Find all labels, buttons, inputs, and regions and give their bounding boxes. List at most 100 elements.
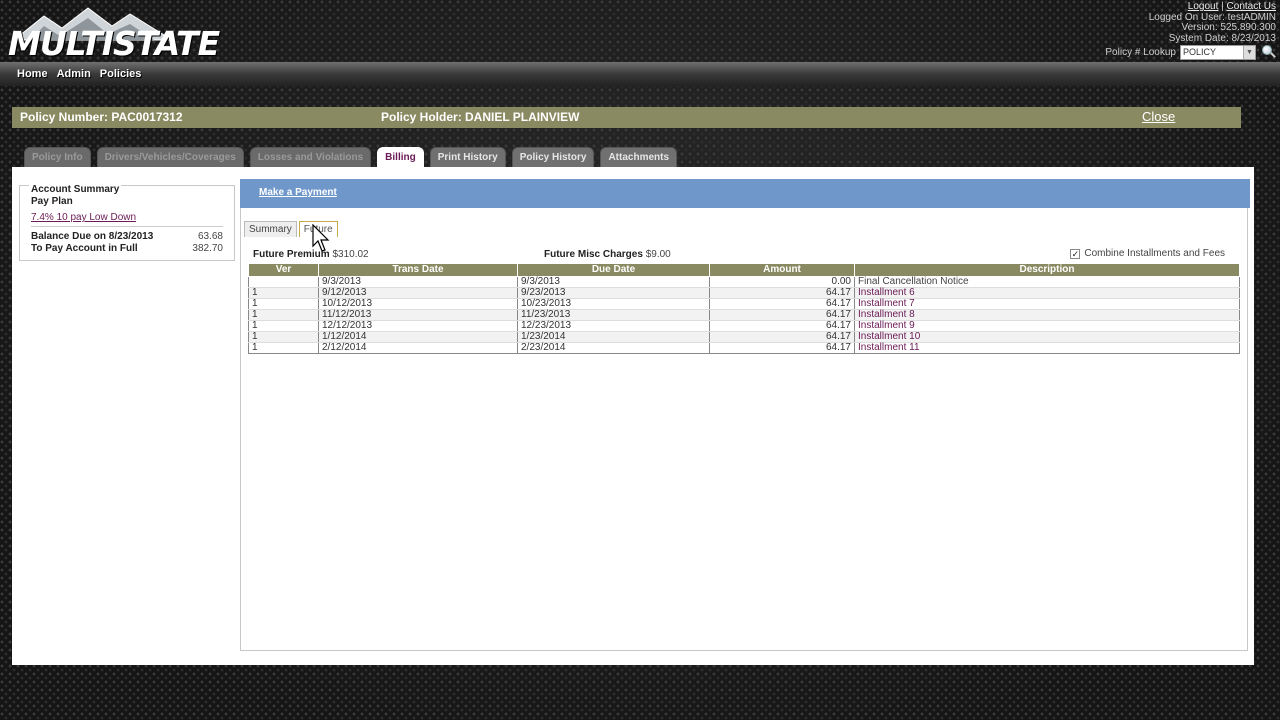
cell-ver: 1 [248, 342, 319, 354]
cell-amount: 0.00 [709, 276, 855, 288]
subtab-summary[interactable]: Summary [244, 221, 297, 237]
billing-panel: Make a Payment Summary Future Future Pre… [240, 179, 1250, 651]
cell-ver: 1 [248, 309, 319, 321]
cell-description: Installment 7 [854, 298, 1240, 310]
pay-in-full-value: 382.70 [192, 243, 223, 254]
multistate-logo: MULTISTATE [4, 2, 220, 63]
future-premium-value: $310.02 [332, 249, 369, 260]
cell-due-date: 12/23/2013 [517, 320, 710, 332]
tab-print-history[interactable]: Print History [429, 147, 506, 167]
policy-lookup-label: Policy # Lookup [1105, 46, 1176, 58]
combine-label: Combine Installments and Fees [1084, 248, 1225, 259]
tab-policy-info[interactable]: Policy Info [24, 147, 91, 167]
contact-us-link[interactable]: Contact Us [1227, 1, 1276, 12]
cell-trans-date: 9/3/2013 [318, 276, 518, 288]
account-summary: Account Summary Pay Plan 7.4% 10 pay Low… [19, 184, 235, 261]
cell-trans-date: 9/12/2013 [318, 287, 518, 299]
col-due-date[interactable]: Due Date [517, 263, 710, 277]
cell-due-date: 11/23/2013 [517, 309, 710, 321]
col-trans-date[interactable]: Trans Date [318, 263, 518, 277]
cell-trans-date: 1/12/2014 [318, 331, 518, 343]
table-row: 1 10/12/2013 10/23/2013 64.17 Installmen… [248, 298, 1240, 310]
version-text: Version: 525.890.300 [1181, 22, 1276, 33]
table-row: 1 11/12/2013 11/23/2013 64.17 Installmen… [248, 309, 1240, 321]
system-date: System Date: 8/23/2013 [1168, 32, 1276, 44]
cell-trans-date: 10/12/2013 [318, 298, 518, 310]
cell-amount: 64.17 [709, 309, 855, 321]
cell-trans-date: 2/12/2014 [318, 342, 518, 354]
cell-amount: 64.17 [709, 331, 855, 343]
pay-plan-link[interactable]: 7.4% 10 pay Low Down [31, 212, 136, 223]
make-payment-link[interactable]: Make a Payment [259, 187, 337, 198]
policy-tabs: Policy Info Drivers/Vehicles/Coverages L… [24, 147, 678, 169]
table-row: 1 9/12/2013 9/23/2013 64.17 Installment … [248, 287, 1240, 299]
cell-description: Installment 9 [854, 320, 1240, 332]
tab-billing[interactable]: Billing [377, 147, 424, 169]
account-summary-title: Account Summary [29, 184, 122, 195]
future-premium: Future Premium $310.02 [253, 249, 369, 260]
pay-plan-label: Pay Plan [31, 196, 73, 207]
cell-ver: 1 [248, 331, 319, 343]
tab-losses-violations[interactable]: Losses and Violations [249, 147, 372, 167]
balance-due-value: 63.68 [197, 231, 223, 242]
table-header-row: Ver Trans Date Due Date Amount Descripti… [248, 263, 1240, 277]
main-panel: Account Summary Pay Plan 7.4% 10 pay Low… [12, 167, 1254, 665]
divider [31, 226, 223, 227]
policy-holder: Policy Holder: DANIEL PLAINVIEW [381, 110, 580, 124]
cell-due-date: 9/3/2013 [517, 276, 710, 288]
cell-due-date: 1/23/2014 [517, 331, 710, 343]
cell-ver [248, 276, 319, 288]
cell-amount: 64.17 [709, 287, 855, 299]
nav-home[interactable]: Home [17, 68, 48, 80]
future-misc-value: $9.00 [645, 249, 671, 260]
policy-lookup-value: POLICY [1183, 46, 1217, 57]
combine-installments: ✓ Combine Installments and Fees [1070, 248, 1225, 259]
logo-text: MULTISTATE [8, 24, 220, 63]
cell-ver: 1 [248, 287, 319, 299]
future-misc-charges: Future Misc Charges $9.00 [544, 249, 671, 260]
future-billing-table: Ver Trans Date Due Date Amount Descripti… [248, 263, 1240, 354]
cell-ver: 1 [248, 320, 319, 332]
logout-link[interactable]: Logout [1188, 1, 1219, 12]
main-nav: Home Admin Policies [0, 62, 1280, 86]
cell-due-date: 2/23/2014 [517, 342, 710, 354]
col-ver[interactable]: Ver [248, 263, 319, 277]
table-row: 9/3/2013 9/3/2013 0.00 Final Cancellatio… [248, 276, 1240, 288]
user-info: Logout | Contact Us Logged On User: test… [1149, 1, 1276, 44]
cell-due-date: 9/23/2013 [517, 287, 710, 299]
cell-trans-date: 11/12/2013 [318, 309, 518, 321]
close-link[interactable]: Close [1142, 109, 1175, 124]
table-row: 1 1/12/2014 1/23/2014 64.17 Installment … [248, 331, 1240, 343]
cell-description: Installment 10 [854, 331, 1240, 343]
cell-description: Installment 11 [854, 342, 1240, 354]
cell-description: Final Cancellation Notice [854, 276, 1240, 288]
cell-description: Installment 6 [854, 287, 1240, 299]
tab-drivers-vehicles-coverages[interactable]: Drivers/Vehicles/Coverages [96, 147, 244, 167]
payment-bar: Make a Payment [240, 179, 1250, 208]
cell-description: Installment 8 [854, 309, 1240, 321]
cell-ver: 1 [248, 298, 319, 310]
policy-header-bar: Policy Number: PAC0017312 Policy Holder:… [12, 107, 1241, 128]
nav-policies[interactable]: Policies [100, 68, 142, 80]
balance-due-label: Balance Due on 8/23/2013 [31, 231, 154, 242]
policy-lookup: Policy # Lookup POLICY ▼ [1105, 44, 1276, 60]
mouse-cursor-icon [312, 224, 330, 252]
cell-due-date: 10/23/2013 [517, 298, 710, 310]
policy-lookup-select[interactable]: POLICY ▼ [1180, 44, 1256, 60]
tab-attachments[interactable]: Attachments [600, 147, 678, 167]
policy-number: Policy Number: PAC0017312 [20, 110, 183, 124]
cell-amount: 64.17 [709, 342, 855, 354]
combine-checkbox[interactable]: ✓ [1070, 248, 1081, 259]
future-misc-label: Future Misc Charges [544, 249, 643, 260]
pay-in-full-label: To Pay Account in Full [31, 243, 138, 254]
cell-amount: 64.17 [709, 298, 855, 310]
table-row: 1 12/12/2013 12/23/2013 64.17 Installmen… [248, 320, 1240, 332]
col-description[interactable]: Description [854, 263, 1240, 277]
table-row: 1 2/12/2014 2/23/2014 64.17 Installment … [248, 342, 1240, 354]
search-icon[interactable] [1260, 44, 1276, 60]
cell-amount: 64.17 [709, 320, 855, 332]
chevron-down-icon[interactable]: ▼ [1243, 45, 1255, 59]
col-amount[interactable]: Amount [709, 263, 855, 277]
nav-admin[interactable]: Admin [57, 68, 91, 80]
tab-policy-history[interactable]: Policy History [511, 147, 595, 167]
